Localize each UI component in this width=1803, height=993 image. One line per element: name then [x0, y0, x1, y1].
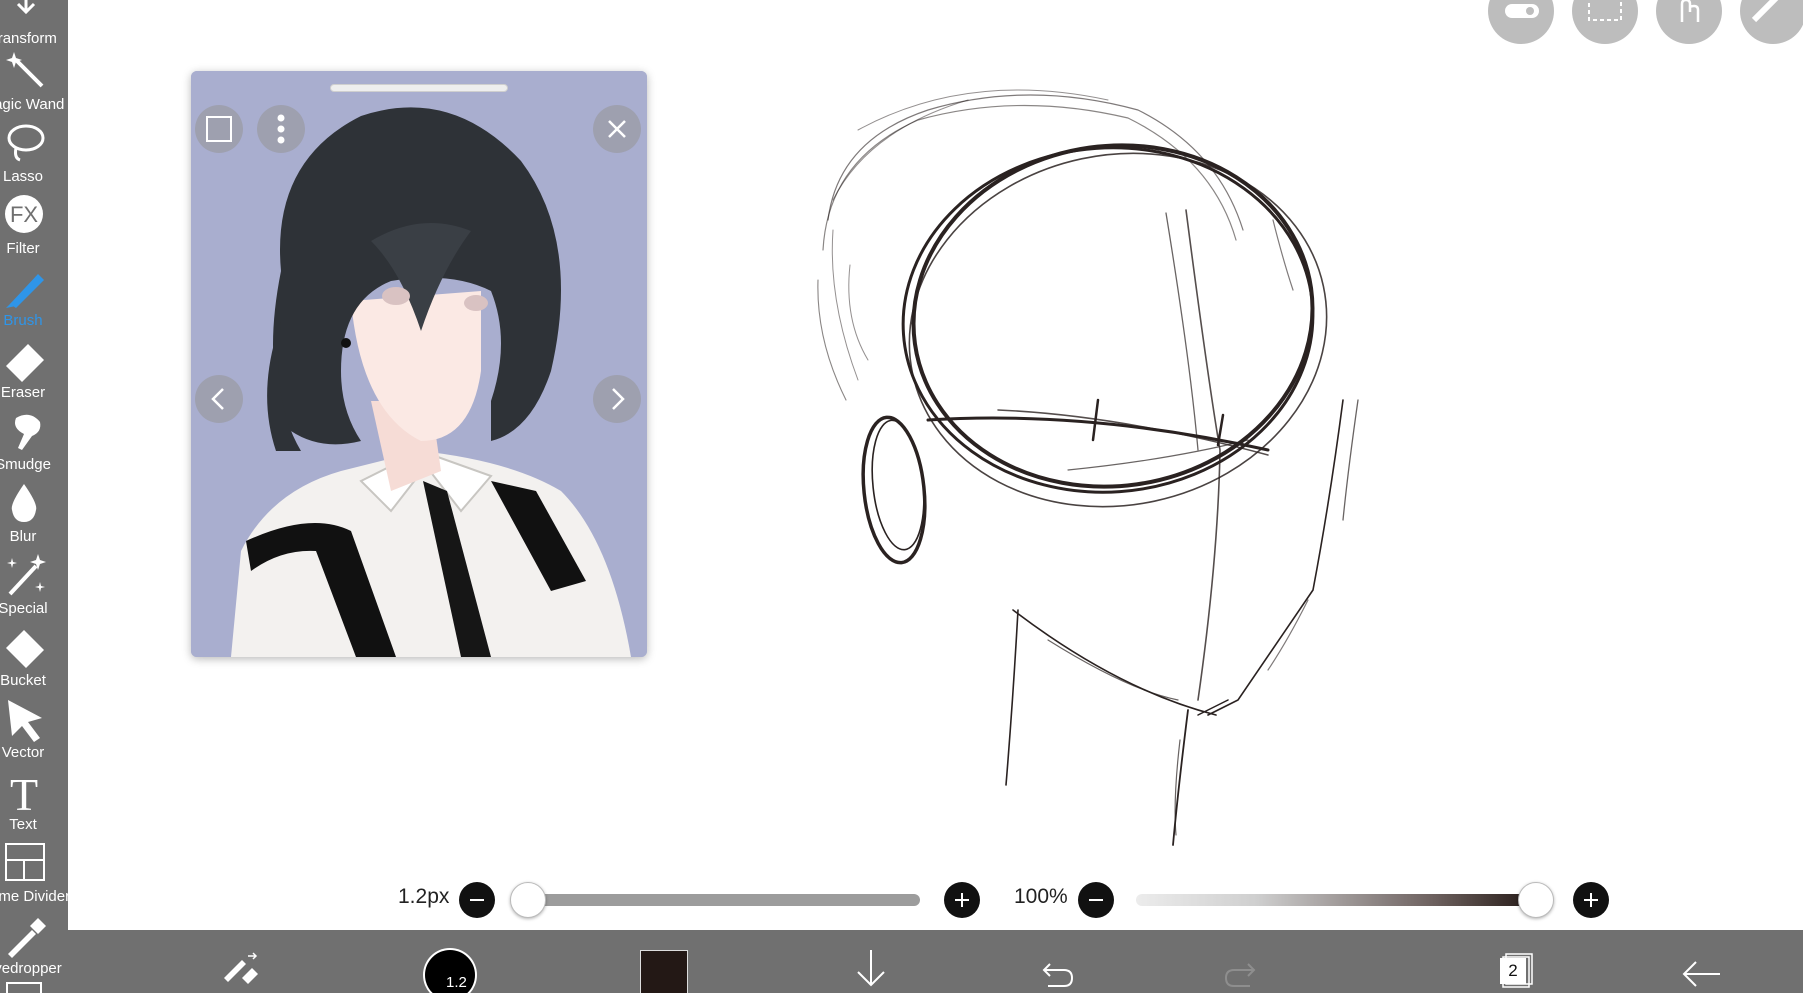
more-vertical-icon: [277, 114, 285, 144]
vector-arrow-icon: [8, 700, 42, 742]
minus-icon: [470, 899, 484, 901]
svg-text:T: T: [10, 769, 38, 816]
redo-icon: [1224, 963, 1256, 987]
tool-eyedropper[interactable]: Eyedropper: [0, 910, 68, 982]
tool-brush[interactable]: Brush: [0, 262, 68, 334]
transform-icon: [16, 0, 36, 15]
hand-gesture-icon: [1680, 0, 1700, 22]
selection-icon: [1588, 0, 1622, 21]
tool-label: Bucket: [0, 672, 46, 689]
frame-divider-icon: [5, 843, 45, 881]
color-swatch[interactable]: [640, 950, 688, 993]
plus-icon: [955, 893, 969, 907]
special-sparkle-icon: [7, 554, 46, 596]
tool-label: Smudge: [0, 456, 51, 473]
svg-text:FX: FX: [10, 202, 38, 227]
tool-label: Special: [0, 600, 48, 617]
brush-size-preview-label: 1.2: [446, 974, 467, 991]
tool-label: Filter: [6, 240, 40, 257]
tool-text[interactable]: T Text: [0, 766, 68, 838]
brush-icon: [6, 274, 44, 308]
tool-lasso[interactable]: Lasso: [0, 118, 68, 190]
tool-sidebar: Transform Magic Wand Lasso FX Filter Bru…: [0, 0, 68, 993]
layers-button[interactable]: 2: [1488, 930, 1538, 993]
brush-size-preview-button[interactable]: 1.2: [422, 930, 478, 993]
tool-filter[interactable]: FX Filter: [0, 190, 68, 262]
arrow-left-icon: [1682, 961, 1720, 987]
tool-transform[interactable]: Transform: [0, 0, 68, 52]
tool-smudge[interactable]: Smudge: [0, 406, 68, 478]
brush-size-decrease-button[interactable]: [459, 882, 495, 918]
tool-label: Blur: [9, 528, 37, 545]
opacity-increase-button[interactable]: [1573, 882, 1609, 918]
fx-icon: FX: [5, 195, 43, 233]
text-icon: T: [10, 769, 38, 816]
brush-size-value: 1.2px: [398, 885, 450, 908]
brush-eraser-switch-icon: [224, 952, 258, 984]
minus-icon: [1089, 899, 1103, 901]
brush-size-increase-button[interactable]: [944, 882, 980, 918]
tool-vector[interactable]: Vector: [0, 694, 68, 766]
blur-drop-icon: [11, 484, 37, 522]
frame-icon: [206, 116, 232, 142]
tool-label: Text: [9, 816, 37, 833]
tool-label: Transform: [0, 30, 57, 47]
smudge-icon: [15, 414, 41, 450]
brush-size-track[interactable]: [520, 894, 920, 906]
ruler-button[interactable]: [1740, 0, 1803, 44]
tool-label: Eyedropper: [0, 960, 62, 977]
tool-partial: [6, 982, 42, 993]
close-reference-button[interactable]: [593, 105, 641, 153]
brush-size-slider-thumb[interactable]: [510, 882, 546, 918]
tool-label: Magic Wand: [0, 96, 65, 113]
opacity-value: 100%: [1014, 885, 1068, 908]
tool-special[interactable]: Special: [0, 550, 68, 622]
tool-label: Lasso: [2, 168, 44, 185]
eraser-icon: [6, 344, 44, 382]
back-button[interactable]: [1676, 930, 1726, 993]
opacity-slider-thumb[interactable]: [1518, 882, 1554, 918]
hand-gesture-button[interactable]: [1656, 0, 1722, 44]
ruler-icon: [1751, 0, 1779, 23]
toggle-icon: [1505, 4, 1539, 18]
magic-wand-icon: [6, 52, 44, 88]
reference-window[interactable]: [191, 71, 647, 657]
layer-count: 2: [1500, 958, 1526, 984]
previous-image-button[interactable]: [195, 375, 243, 423]
tool-label: Eraser: [0, 384, 46, 401]
tool-bucket[interactable]: Bucket: [0, 622, 68, 694]
opacity-track[interactable]: [1136, 894, 1536, 906]
next-image-button[interactable]: [593, 375, 641, 423]
chevron-right-icon: [612, 388, 625, 410]
arrow-down-icon: [857, 950, 885, 987]
toggle-button[interactable]: [1488, 0, 1554, 44]
download-button[interactable]: [846, 930, 896, 993]
selection-button[interactable]: [1572, 0, 1638, 44]
fit-frame-button[interactable]: [195, 105, 243, 153]
redo-button[interactable]: [1218, 930, 1268, 993]
undo-icon: [1042, 963, 1074, 987]
close-icon: [608, 120, 626, 138]
lasso-icon: [7, 124, 45, 162]
tool-label: Brush: [3, 312, 43, 329]
tool-label: Vector: [1, 744, 45, 761]
opacity-decrease-button[interactable]: [1078, 882, 1114, 918]
eyedropper-icon: [8, 918, 46, 958]
tool-frame-divider[interactable]: Frame Divider: [0, 838, 68, 910]
reference-illustration: [191, 71, 647, 657]
tool-label: Frame Divider: [0, 888, 68, 905]
brush-eraser-switch-button[interactable]: [218, 930, 268, 993]
undo-button[interactable]: [1030, 930, 1080, 993]
plus-icon: [1584, 893, 1598, 907]
tool-blur[interactable]: Blur: [0, 478, 68, 550]
bottom-toolbar: 1.2 2: [68, 930, 1803, 993]
more-options-button[interactable]: [257, 105, 305, 153]
bucket-icon: [6, 630, 44, 668]
reference-drag-handle[interactable]: [330, 84, 508, 92]
chevron-left-icon: [211, 388, 224, 410]
tool-eraser[interactable]: Eraser: [0, 334, 68, 406]
tool-magic-wand[interactable]: Magic Wand: [0, 46, 68, 118]
